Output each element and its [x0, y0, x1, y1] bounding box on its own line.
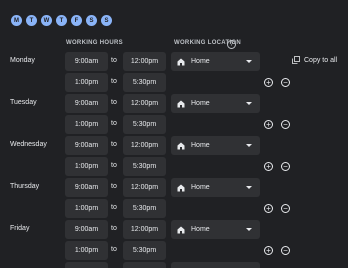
to-label: to: [111, 183, 117, 190]
location-value: Home: [191, 184, 210, 191]
weekday-toggle-fri[interactable]: F: [71, 15, 82, 26]
end-time-select[interactable]: 5:30pm: [123, 199, 166, 218]
start-time-select[interactable]: [65, 262, 108, 268]
chevron-down-icon: [246, 144, 252, 147]
add-circle-icon[interactable]: +: [264, 246, 273, 255]
chevron-down-icon: [246, 228, 252, 231]
end-time-select[interactable]: 12:00pm: [123, 220, 166, 239]
to-label: to: [111, 99, 117, 106]
remove-circle-icon[interactable]: −: [281, 204, 290, 213]
day-label-tuesday: Tuesday: [10, 99, 37, 106]
location-value: Home: [191, 226, 210, 233]
home-icon: [177, 184, 185, 192]
end-time-select[interactable]: 5:30pm: [123, 73, 166, 92]
remove-circle-icon[interactable]: −: [281, 246, 290, 255]
home-icon: [177, 58, 185, 66]
weekday-toggle-sun[interactable]: S: [101, 15, 112, 26]
weekday-toggle-sat[interactable]: S: [86, 15, 97, 26]
location-select-thursday[interactable]: Home: [171, 178, 260, 197]
start-time-select[interactable]: 9:00am: [65, 136, 108, 155]
add-circle-icon[interactable]: +: [264, 162, 273, 171]
end-time-select[interactable]: 5:30pm: [123, 157, 166, 176]
weekday-toggle-tue[interactable]: T: [26, 15, 37, 26]
weekday-toggle-mon[interactable]: M: [11, 15, 22, 26]
remove-circle-icon[interactable]: −: [281, 162, 290, 171]
to-label: to: [111, 57, 117, 64]
to-label: to: [111, 225, 117, 232]
end-time-select[interactable]: 5:30pm: [123, 115, 166, 134]
start-time-select[interactable]: 9:00am: [65, 94, 108, 113]
start-time-select[interactable]: 1:00pm: [65, 157, 108, 176]
remove-circle-icon[interactable]: −: [281, 120, 290, 129]
location-value: Home: [191, 142, 210, 149]
location-value: Home: [191, 58, 210, 65]
chevron-down-icon: [246, 60, 252, 63]
end-time-select[interactable]: 5:30pm: [123, 241, 166, 260]
to-label: to: [111, 246, 117, 253]
weekday-toggle-thu[interactable]: T: [56, 15, 67, 26]
weekday-toggle-wed[interactable]: W: [41, 15, 52, 26]
copy-to-all-button[interactable]: Copy to all: [292, 56, 337, 64]
to-label: to: [111, 78, 117, 85]
location-select[interactable]: [171, 262, 260, 268]
add-circle-icon[interactable]: +: [264, 78, 273, 87]
start-time-select[interactable]: 1:00pm: [65, 73, 108, 92]
end-time-select[interactable]: 12:00pm: [123, 178, 166, 197]
remove-circle-icon[interactable]: −: [281, 78, 290, 87]
start-time-select[interactable]: 1:00pm: [65, 115, 108, 134]
location-select-friday[interactable]: Home: [171, 220, 260, 239]
start-time-select[interactable]: 1:00pm: [65, 241, 108, 260]
day-label-monday: Monday: [10, 57, 35, 64]
weekday-selector: M T W T F S S: [11, 15, 112, 26]
copy-to-all-label: Copy to all: [304, 56, 338, 64]
chevron-down-icon: [246, 186, 252, 189]
day-label-thursday: Thursday: [10, 183, 40, 190]
start-time-select[interactable]: 1:00pm: [65, 199, 108, 218]
home-icon: [177, 226, 185, 234]
end-time-select[interactable]: 12:00pm: [123, 136, 166, 155]
location-select-monday[interactable]: Home: [171, 52, 260, 71]
add-circle-icon[interactable]: +: [264, 204, 273, 213]
home-icon: [177, 142, 185, 150]
add-circle-icon[interactable]: +: [264, 120, 273, 129]
to-label: to: [111, 120, 117, 127]
day-label-wednesday: Wednesday: [10, 141, 47, 148]
to-label: to: [111, 141, 117, 148]
copy-icon: [292, 56, 300, 64]
day-label-friday: Friday: [10, 225, 30, 232]
to-label: to: [111, 204, 117, 211]
end-time-select[interactable]: [123, 262, 166, 268]
start-time-select[interactable]: 9:00am: [65, 52, 108, 71]
location-select-tuesday[interactable]: Home: [171, 94, 260, 113]
home-icon: [177, 100, 185, 108]
chevron-down-icon: [246, 102, 252, 105]
end-time-select[interactable]: 12:00pm: [123, 94, 166, 113]
location-value: Home: [191, 100, 210, 107]
to-label: to: [111, 162, 117, 169]
start-time-select[interactable]: 9:00am: [65, 178, 108, 197]
location-select-wednesday[interactable]: Home: [171, 136, 260, 155]
working-hours-settings: M T W T F S S WORKING HOURS WORKING LOCA…: [0, 0, 348, 268]
end-time-select[interactable]: 12:00pm: [123, 52, 166, 71]
help-icon[interactable]: ?: [227, 40, 236, 49]
working-hours-header: WORKING HOURS: [66, 40, 123, 46]
start-time-select[interactable]: 9:00am: [65, 220, 108, 239]
